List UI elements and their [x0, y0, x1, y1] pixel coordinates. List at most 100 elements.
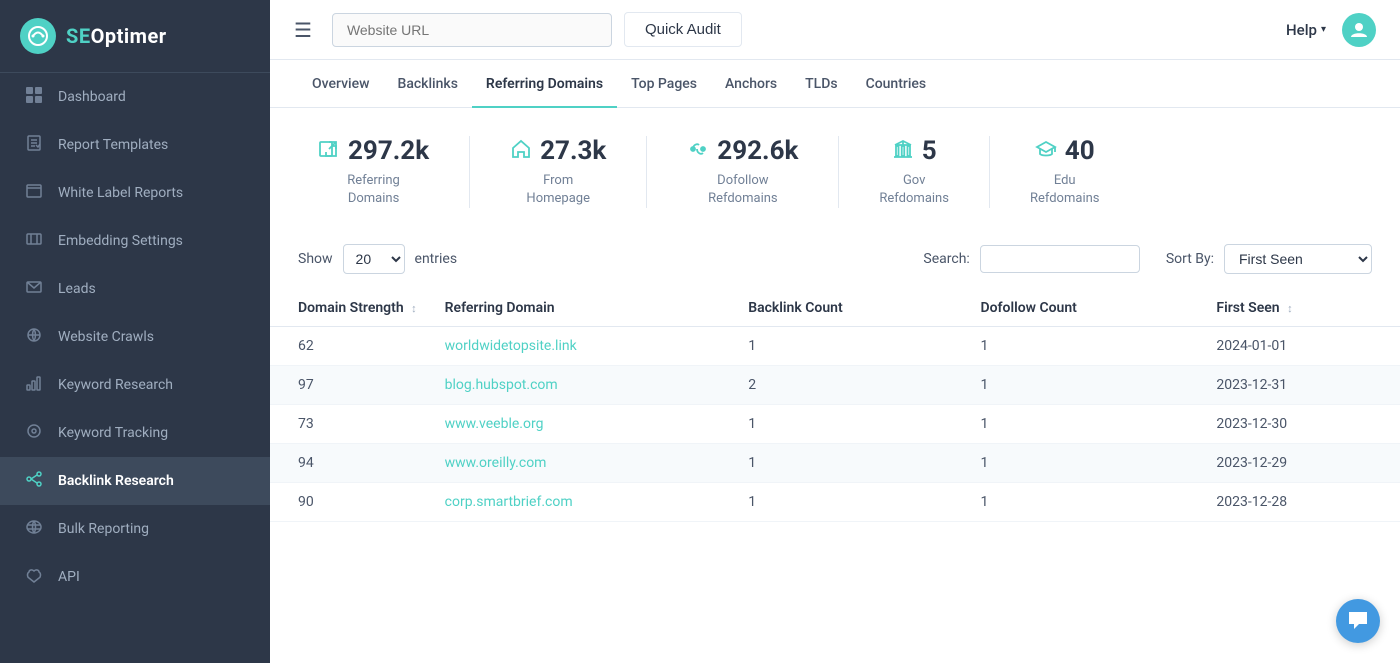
col-first-seen[interactable]: First Seen ↕ [1202, 290, 1400, 327]
tab-top-pages[interactable]: Top Pages [617, 60, 711, 108]
cell-dofollow: 1 [967, 444, 1203, 483]
tab-overview[interactable]: Overview [298, 60, 383, 108]
help-button[interactable]: Help ▾ [1286, 21, 1326, 39]
cell-first-seen: 2023-12-30 [1202, 405, 1400, 444]
edu-icon [1035, 138, 1057, 165]
cell-strength: 90 [270, 483, 431, 522]
tab-referring-domains[interactable]: Referring Domains [472, 60, 617, 108]
dofollow-icon [687, 138, 709, 165]
cell-strength: 94 [270, 444, 431, 483]
stat-value-homepage: 27.3k [540, 136, 606, 166]
logo-icon [20, 18, 56, 54]
cell-domain[interactable]: www.veeble.org [431, 405, 735, 444]
sidebar-item-embedding-label: Embedding Settings [58, 233, 183, 249]
dashboard-icon [24, 87, 44, 107]
cell-first-seen: 2023-12-31 [1202, 366, 1400, 405]
sidebar-item-keyword-tracking[interactable]: Keyword Tracking [0, 409, 270, 457]
sidebar: SEOptimer Dashboard [0, 0, 270, 663]
domain-link[interactable]: www.oreilly.com [445, 455, 547, 471]
sort-arrows-strength: ↕ [411, 302, 417, 315]
chat-widget[interactable] [1336, 599, 1380, 643]
keyword-tracking-icon [24, 423, 44, 443]
cell-domain[interactable]: corp.smartbrief.com [431, 483, 735, 522]
cell-dofollow: 1 [967, 483, 1203, 522]
domain-link[interactable]: blog.hubspot.com [445, 377, 558, 393]
cell-first-seen: 2023-12-28 [1202, 483, 1400, 522]
cell-strength: 97 [270, 366, 431, 405]
user-avatar[interactable] [1342, 13, 1376, 47]
domain-link[interactable]: corp.smartbrief.com [445, 494, 573, 510]
stat-top-edu: 40 [1035, 136, 1095, 166]
hamburger-menu[interactable]: ☰ [294, 18, 312, 42]
stat-gov: 5 GovRefdomains [839, 136, 990, 208]
sidebar-item-white-label-reports[interactable]: White Label Reports [0, 169, 270, 217]
cell-strength: 62 [270, 327, 431, 366]
stat-label-edu: EduRefdomains [1030, 172, 1100, 208]
domain-link[interactable]: worldwidetopsite.link [445, 338, 577, 354]
cell-dofollow: 1 [967, 366, 1203, 405]
stat-top-dofollow: 292.6k [687, 136, 798, 166]
nav-items: Dashboard Report Templates [0, 73, 270, 601]
content-area: Overview Backlinks Referring Domains Top… [270, 60, 1400, 663]
main-area: ☰ Quick Audit Help ▾ Overview Backlinks … [270, 0, 1400, 663]
stat-from-homepage: 27.3k FromHomepage [470, 136, 647, 208]
tab-backlinks[interactable]: Backlinks [383, 60, 471, 108]
cell-domain[interactable]: www.oreilly.com [431, 444, 735, 483]
cell-backlinks: 1 [734, 444, 966, 483]
data-table: Domain Strength ↕ Referring Domain Backl… [270, 290, 1400, 522]
tab-anchors[interactable]: Anchors [711, 60, 791, 108]
help-caret-icon: ▾ [1321, 24, 1326, 35]
help-label: Help [1286, 21, 1317, 39]
stat-top-referring: 297.2k [318, 136, 429, 166]
cell-backlinks: 1 [734, 405, 966, 444]
table-body: 62worldwidetopsite.link112024-01-0197blo… [270, 327, 1400, 522]
cell-domain[interactable]: worldwidetopsite.link [431, 327, 735, 366]
table-row: 97 blog.hubspot.com 212023-12-31 [270, 366, 1400, 405]
sidebar-item-backlink-research[interactable]: Backlink Research [0, 457, 270, 505]
domain-link[interactable]: www.veeble.org [445, 416, 544, 432]
cell-domain[interactable]: blog.hubspot.com [431, 366, 735, 405]
col-dofollow-count: Dofollow Count [967, 290, 1203, 327]
sidebar-item-report-templates[interactable]: Report Templates [0, 121, 270, 169]
sidebar-item-backlink-label: Backlink Research [58, 473, 174, 489]
entries-select[interactable]: 20 50 100 [343, 244, 405, 274]
tab-tlds[interactable]: TLDs [791, 60, 851, 108]
website-url-input[interactable] [332, 13, 612, 47]
show-label: Show [298, 251, 333, 267]
leads-icon [24, 279, 44, 299]
sidebar-item-leads[interactable]: Leads [0, 265, 270, 313]
header-right: Help ▾ [1286, 13, 1376, 47]
sidebar-item-website-crawls[interactable]: Website Crawls [0, 313, 270, 361]
logo: SEOptimer [0, 0, 270, 73]
sidebar-item-keyword-research[interactable]: Keyword Research [0, 361, 270, 409]
table-row: 62worldwidetopsite.link112024-01-01 [270, 327, 1400, 366]
tab-countries[interactable]: Countries [852, 60, 941, 108]
sidebar-item-keyword-tracking-label: Keyword Tracking [58, 425, 168, 441]
sidebar-item-api[interactable]: API [0, 553, 270, 601]
sidebar-item-website-crawls-label: Website Crawls [58, 329, 154, 345]
stat-label-homepage: FromHomepage [526, 172, 590, 208]
website-crawls-icon [24, 327, 44, 347]
logo-text: SEOptimer [66, 24, 167, 48]
sort-select[interactable]: First Seen Domain Strength Backlink Coun… [1224, 244, 1372, 274]
stat-value-edu: 40 [1065, 136, 1095, 166]
header: ☰ Quick Audit Help ▾ [270, 0, 1400, 60]
entries-label: entries [415, 251, 458, 267]
col-backlink-count: Backlink Count [734, 290, 966, 327]
sidebar-item-embedding-settings[interactable]: Embedding Settings [0, 217, 270, 265]
sidebar-item-leads-label: Leads [58, 281, 96, 297]
stat-value-referring: 297.2k [348, 136, 429, 166]
sidebar-item-dashboard[interactable]: Dashboard [0, 73, 270, 121]
sidebar-item-report-templates-label: Report Templates [58, 137, 168, 153]
embedding-icon [24, 231, 44, 251]
cell-backlinks: 2 [734, 366, 966, 405]
sidebar-item-bulk-reporting[interactable]: Bulk Reporting [0, 505, 270, 553]
col-domain-strength[interactable]: Domain Strength ↕ [270, 290, 431, 327]
referring-domains-icon [318, 138, 340, 165]
cell-dofollow: 1 [967, 405, 1203, 444]
gov-icon [892, 138, 914, 165]
search-label: Search: [923, 251, 969, 267]
cell-first-seen: 2024-01-01 [1202, 327, 1400, 366]
search-input[interactable] [980, 245, 1140, 273]
quick-audit-button[interactable]: Quick Audit [624, 12, 742, 47]
